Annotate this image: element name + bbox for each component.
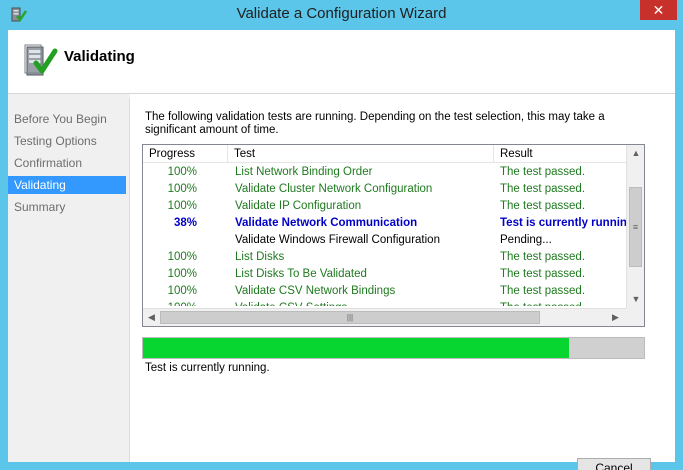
horizontal-scrollbar[interactable]: ◀ ||| ▶: [143, 308, 626, 326]
row-result: The test passed.: [500, 268, 586, 280]
validation-server-icon: [24, 44, 58, 76]
row-test-name: Validate CSV Settings: [235, 300, 497, 306]
table-row[interactable]: 100% Validate CSV Network Bindings The tes…: [143, 283, 626, 300]
column-header-test[interactable]: Test: [228, 145, 494, 163]
progress-bar-fill: [143, 338, 569, 358]
window-title: Validate a Configuration Wizard: [236, 5, 447, 22]
vertical-scrollbar[interactable]: ▲ ≡ ▼: [626, 145, 644, 308]
scrollbar-corner: [626, 308, 644, 326]
list-rows: 100% List Network Binding Order The test p…: [143, 164, 626, 306]
table-row[interactable]: 100% Validate IP Configuration The test pa…: [143, 198, 626, 215]
content-panel: The following validation tests are runni…: [130, 94, 675, 470]
row-result: The test passed.: [500, 183, 586, 195]
row-result: Test is currently running.: [500, 217, 626, 229]
close-icon: ✕: [652, 1, 665, 18]
scroll-down-icon[interactable]: ▼: [627, 291, 644, 308]
row-result: Pending...: [500, 234, 552, 246]
row-progress: 100%: [167, 251, 197, 263]
table-row[interactable]: 100% List Disks The test passed.: [143, 249, 626, 266]
nav-item-summary[interactable]: Summary: [8, 198, 126, 216]
validation-tests-list[interactable]: Progress Test Result 100% List Network Bi…: [142, 144, 645, 327]
row-result: The test passed.: [500, 285, 586, 297]
row-result: The test passed.: [500, 200, 586, 212]
page-title: Validating: [64, 48, 135, 65]
vertical-scroll-thumb[interactable]: ≡: [629, 187, 642, 267]
description-text: The following validation tests are runni…: [145, 111, 605, 136]
column-header-progress[interactable]: Progress: [143, 145, 228, 163]
row-test-name: List Disks To Be Validated: [235, 268, 367, 280]
column-header-result[interactable]: Result: [494, 145, 626, 163]
row-test-name: List Disks: [235, 251, 285, 263]
row-progress: 100%: [167, 268, 197, 280]
row-progress: 100%: [143, 300, 223, 306]
row-progress: 100%: [167, 183, 197, 195]
table-row[interactable]: 100% List Disks To Be Validated The test p…: [143, 266, 626, 283]
nav-item-validating[interactable]: Validating: [8, 176, 126, 194]
wizard-header: Validating: [8, 30, 675, 94]
row-progress: 38%: [173, 217, 197, 229]
row-test-name: Validate Network Communication: [235, 217, 418, 229]
close-button[interactable]: ✕: [640, 0, 677, 20]
nav-item-before-you-begin[interactable]: Before You Begin: [8, 110, 126, 128]
row-result: The test passed.: [500, 251, 586, 263]
wizard-window: Validate a Configuration Wizard ✕ Valida…: [0, 0, 683, 470]
title-bar[interactable]: Validate a Configuration Wizard ✕: [0, 0, 683, 30]
row-test-name: Validate Windows Firewall Configuration: [235, 234, 440, 246]
row-test-name: Validate IP Configuration: [235, 200, 362, 212]
row-result: The test passed.: [500, 300, 626, 306]
client-area: Validating Before You Begin Testing Opti…: [8, 30, 675, 470]
row-test-name: Validate Cluster Network Configuration: [235, 183, 433, 195]
row-result: The test passed.: [500, 166, 586, 178]
horizontal-scroll-thumb[interactable]: |||: [160, 311, 540, 324]
row-progress: 100%: [167, 200, 197, 212]
row-test-name: List Network Binding Order: [235, 166, 373, 178]
table-row[interactable]: 100% Validate Cluster Network Configurati…: [143, 181, 626, 198]
row-test-name: Validate CSV Network Bindings: [235, 285, 396, 297]
table-row[interactable]: Validate Windows Firewall Configuration P…: [143, 232, 626, 249]
scroll-right-icon[interactable]: ▶: [607, 309, 624, 326]
status-text: Test is currently running.: [145, 362, 270, 374]
scroll-up-icon[interactable]: ▲: [627, 145, 644, 162]
row-progress: 100%: [167, 166, 197, 178]
nav-item-confirmation[interactable]: Confirmation: [8, 154, 126, 172]
table-row[interactable]: 100% List Network Binding Order The test p…: [143, 164, 626, 181]
nav-item-testing-options[interactable]: Testing Options: [8, 132, 126, 150]
table-row[interactable]: 38% Validate Network Communication Test is…: [143, 215, 626, 232]
row-progress: 100%: [167, 285, 197, 297]
overall-progress-bar: [142, 337, 645, 359]
scroll-left-icon[interactable]: ◀: [143, 309, 160, 326]
wizard-steps-nav: Before You Begin Testing Options Confirm…: [8, 98, 129, 462]
list-header: Progress Test Result: [143, 145, 626, 163]
table-row[interactable]: 100% Validate CSV SettingsThe test passed…: [143, 300, 626, 306]
cancel-button[interactable]: Cancel: [577, 458, 651, 470]
